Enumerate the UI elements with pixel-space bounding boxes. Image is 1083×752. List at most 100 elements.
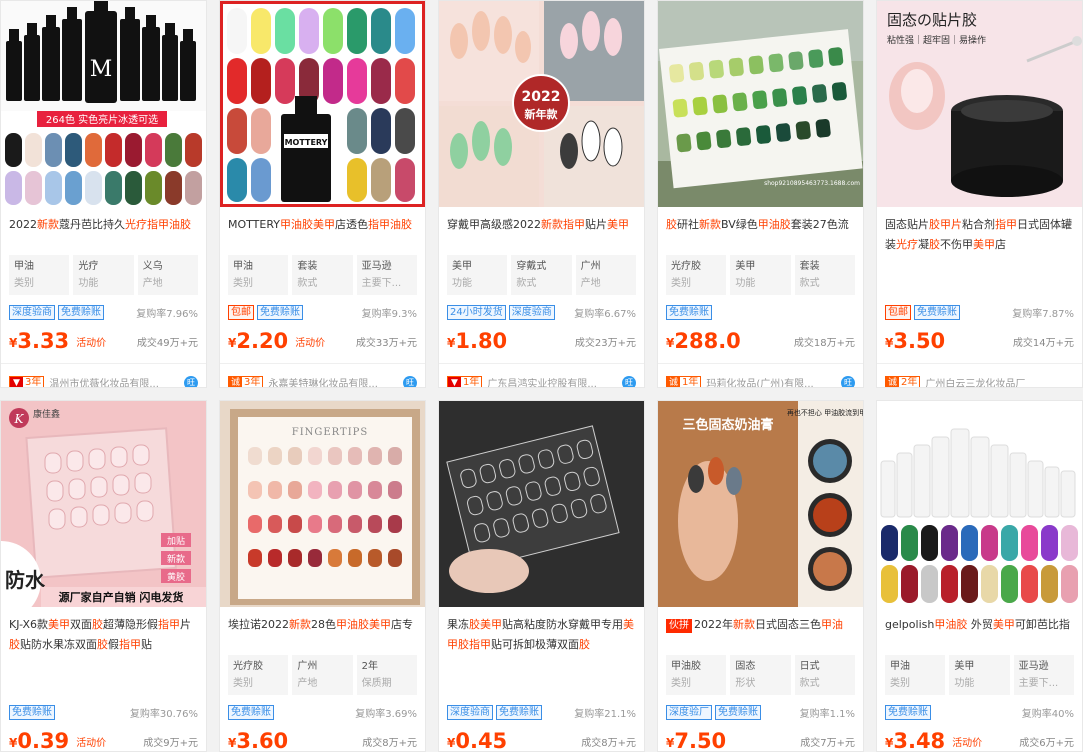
price-row: ¥288.0 成交18万+元 [666,329,855,353]
quality-seller-icon: ▼ [10,376,23,387]
seller-row[interactable]: ▼ 1年 广东昌鸿实业控股有限... 旺 [439,363,644,387]
service-tag: 免费赊账 [257,304,303,320]
svg-text:三色固态奶油膏: 三色固态奶油膏 [682,417,773,433]
product-grid: M 264色 实色亮片冰透可选 2022新款蔻丹芭比持久光疗指甲油胶 甲油 类别 … [0,0,1083,752]
product-card[interactable]: 2022 新年款 穿戴甲高级感2022新款指甲贴片美甲 美甲 功能 穿戴式 款式 广… [438,0,645,388]
seller-row[interactable]: 诚 1年 玛莉化妆品(广州)有限... 旺 [658,363,863,387]
product-title[interactable]: KJ-X6款美甲双面胶超薄隐形假指甲片胶贴防水果冻双面胶假指甲贴 [1,615,206,655]
chat-icon[interactable]: 旺 [841,375,855,387]
svg-text:黄胶: 黄胶 [167,571,185,583]
price: 0.39 [17,729,70,752]
product-card[interactable]: 三色固态奶油膏 再也不担心 甲油胶流到甲缝 伙拼2022年新款日式固态三色甲油 … [657,400,864,752]
service-tags: 免费赊账 复购率3.69% [220,704,425,720]
seller-years-badge: ▼ 1年 [447,375,483,387]
service-tags: 免费赊账 复购率40% [877,704,1082,720]
product-attributes: 光疗胶 类别 美甲 功能 套装 款式 [658,255,863,295]
product-card[interactable]: M 264色 实色亮片冰透可选 2022新款蔻丹芭比持久光疗指甲油胶 甲油 类别 … [0,0,207,388]
service-tag: 免费赊账 [9,704,55,720]
product-image[interactable]: K 康佳鑫 防水 加贴 新款 黄胶 源厂家自产自销 闪电发货 [1,401,206,607]
svg-text:新款: 新款 [167,553,185,565]
service-tags: 深度验商 免费赊账 复购率21.1% [439,704,644,720]
service-tag: 免费赊账 [914,304,960,320]
quality-seller-icon: ▼ [448,376,461,387]
sales-volume: 成交33万+元 [355,338,417,349]
product-image[interactable]: FINGERTIPS [220,401,425,607]
product-image[interactable]: 固态の贴片胶 粘性强｜超牢固｜易操作 [877,1,1082,207]
repurchase-rate: 复购率1.1% [799,708,855,720]
seller-name[interactable]: 广州白云三龙化妆品厂 [925,375,1074,387]
activity-label: 活动价 [952,738,983,749]
price: 1.80 [455,329,508,353]
service-tag: 免费赊账 [666,304,712,320]
chat-icon[interactable]: 旺 [184,375,198,387]
product-image[interactable]: M 264色 实色亮片冰透可选 [1,1,206,207]
repurchase-rate: 复购率6.67% [574,308,636,320]
product-title[interactable]: 埃拉诺2022新款28色甲油胶美甲店专 [220,615,425,655]
seller-row[interactable]: 诚 2年 广州白云三龙化妆品厂 [877,363,1082,388]
service-tag: 免费赊账 [58,304,104,320]
product-image[interactable]: 2022 新年款 [439,1,644,207]
product-card[interactable]: gelpolish甲油胶 外贸美甲可卸芭比指 甲油 类别 美甲 功能 亚马逊 主要下.… [876,400,1083,752]
seller-years-badge: 诚 1年 [666,375,702,387]
product-title[interactable]: 果冻胶美甲贴高粘度防水穿戴甲专用美甲胶指甲贴可拆卸极薄双面胶 [439,615,644,655]
product-card[interactable]: 固态の贴片胶 粘性强｜超牢固｜易操作 固态贴片胶甲片粘合剂指甲日式固体罐装光疗凝… [876,0,1083,388]
price-row: ¥3.48 活动价 成交6万+元 [885,729,1074,752]
service-tag: 免费赊账 [715,704,761,720]
svg-text:源厂家自产自销 闪电发货: 源厂家自产自销 闪电发货 [59,590,184,604]
green-swatch-board-image: shop9210895463773.1688.com [658,1,863,207]
sales-volume: 成交7万+元 [800,738,855,749]
seller-name[interactable]: 永嘉美特琳化妆品有限... [268,375,399,387]
product-title[interactable]: 伙拼 2022年新款日式固态三色甲油 [658,615,863,655]
service-tag: 深度验商 [447,704,493,720]
seller-row[interactable]: 诚 3年 永嘉美特琳化妆品有限... 旺 [220,363,425,387]
product-title[interactable]: 胶研社新款BV绿色甲油胶套装27色流 [658,215,863,255]
price: 7.50 [674,729,727,752]
service-tag: 免费赊账 [228,704,274,720]
seller-name[interactable]: 玛莉化妆品(广州)有限... [706,375,837,387]
repurchase-rate: 复购率30.76% [129,708,198,720]
price-row: ¥1.80 成交23万+元 [447,329,636,353]
repurchase-rate: 复购率9.3% [361,308,417,320]
product-card[interactable]: 果冻胶美甲贴高粘度防水穿戴甲专用美甲胶指甲贴可拆卸极薄双面胶 深度验商 免费赊账… [438,400,645,752]
press-on-nails-image: 2022 新年款 [439,1,644,207]
service-tag: 免费赊账 [496,704,542,720]
seller-years-badge: 诚 2年 [885,375,921,388]
clear-nail-tape-image [439,401,644,607]
nail-glue-jar-image: 固态の贴片胶 粘性强｜超牢固｜易操作 [877,1,1082,207]
product-image[interactable] [877,401,1082,607]
price: 0.45 [455,729,508,752]
product-title[interactable]: 穿戴甲高级感2022新款指甲贴片美甲 [439,215,644,255]
seller-years-badge: 诚 3年 [228,375,264,387]
glitter-polish-bottles-image [877,401,1082,607]
seller-name[interactable]: 广东昌鸿实业控股有限... [487,375,618,387]
product-card[interactable]: shop9210895463773.1688.com 胶研社新款BV绿色甲油胶套… [657,0,864,388]
service-tags: 包邮 免费赊账 复购率9.3% [220,304,425,320]
chat-icon[interactable]: 旺 [622,375,636,387]
product-title[interactable]: MOTTERY甲油胶美甲店透色指甲油胶 [220,215,425,255]
price-row: ¥3.50 成交14万+元 [885,329,1074,353]
product-image[interactable]: 三色固态奶油膏 再也不担心 甲油胶流到甲缝 [658,401,863,607]
chat-icon[interactable]: 旺 [403,375,417,387]
product-image[interactable]: shop9210895463773.1688.com [658,1,863,207]
product-attributes: 美甲 功能 穿戴式 款式 广州 产地 [439,255,644,295]
seller-row[interactable]: ▼ 3年 温州市优薇化妆品有限... 旺 [1,363,206,387]
product-title[interactable]: 固态贴片胶甲片粘合剂指甲日式固体罐装光疗凝胶不伤甲美甲店 [877,215,1082,255]
product-card[interactable]: MOTTERY MOTTERY甲油胶美甲店透色指甲油胶 甲油 类别 套装 款式 亚马… [219,0,426,388]
cheng-icon: 诚 [886,376,899,388]
svg-text:粘性强｜超牢固｜易操作: 粘性强｜超牢固｜易操作 [887,34,986,46]
product-title[interactable]: 2022新款蔻丹芭比持久光疗指甲油胶 [1,215,206,255]
product-title[interactable]: gelpolish甲油胶 外贸美甲可卸芭比指 [877,615,1082,655]
price: 3.60 [236,729,289,752]
price-row: ¥0.39 活动价 成交9万+元 [9,729,198,752]
product-image[interactable]: MOTTERY [220,1,425,207]
svg-text:K: K [14,412,25,426]
svg-text:2022: 2022 [522,89,561,105]
activity-label: 活动价 [295,338,326,349]
svg-text:加贴: 加贴 [167,535,185,547]
product-card[interactable]: K 康佳鑫 防水 加贴 新款 黄胶 源厂家自产自销 闪电发货 KJ-X6款美甲双… [0,400,207,752]
product-image[interactable] [439,401,644,607]
seller-name[interactable]: 温州市优薇化妆品有限... [49,375,180,387]
activity-label: 活动价 [76,338,107,349]
product-card[interactable]: FINGERTIPS 埃拉诺2022新款28色甲油胶美甲店专 光疗胶 类别 广州产… [219,400,426,752]
repurchase-rate: 复购率40% [1021,708,1074,720]
